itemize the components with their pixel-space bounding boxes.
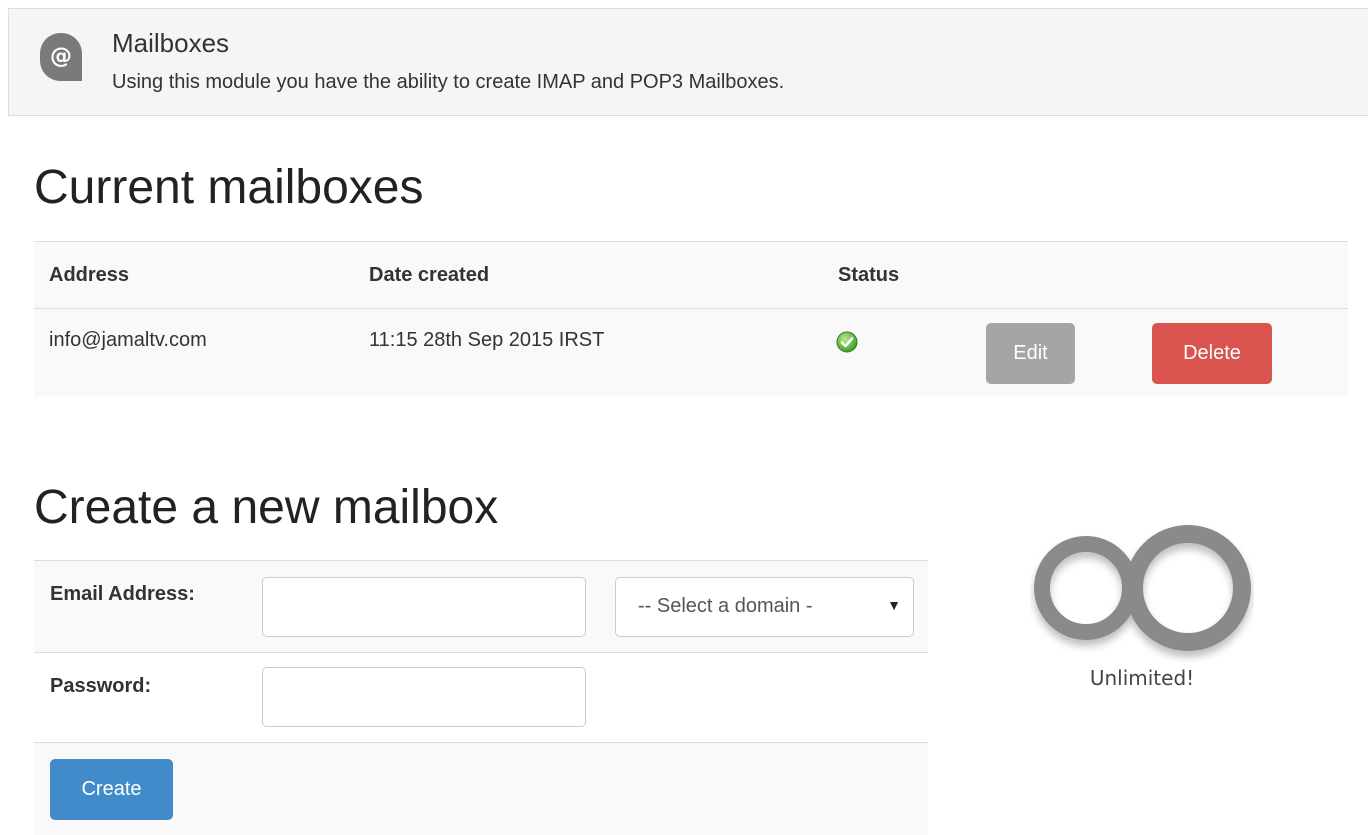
- current-mailboxes-heading: Current mailboxes: [34, 161, 424, 214]
- module-header: @ Mailboxes Using this module you have t…: [8, 8, 1368, 116]
- password-input[interactable]: [262, 667, 586, 727]
- module-description: Using this module you have the ability t…: [112, 71, 785, 93]
- password-row: Password:: [34, 653, 928, 743]
- create-button[interactable]: Create: [50, 759, 173, 820]
- delete-button[interactable]: Delete: [1152, 323, 1272, 384]
- column-header-status: Status: [838, 264, 900, 286]
- create-mailbox-heading: Create a new mailbox: [34, 481, 499, 534]
- table-header: Address Date created Status: [34, 241, 1348, 309]
- edit-button[interactable]: Edit: [986, 323, 1075, 384]
- email-address-row: Email Address: -- Select a domain - ▼: [34, 560, 928, 653]
- mailbox-address: info@jamaltv.com: [49, 329, 207, 351]
- at-sign-icon: @: [38, 31, 84, 83]
- caret-down-icon: ▼: [887, 597, 901, 613]
- unlimited-badge: Unlimited!: [1030, 522, 1254, 702]
- mailbox-date-created: 11:15 28th Sep 2015 IRST: [369, 329, 605, 351]
- table-row: info@jamaltv.com 11:15 28th Sep 2015 IRS…: [34, 309, 1348, 397]
- mailboxes-page: @ Mailboxes Using this module you have t…: [0, 0, 1368, 835]
- svg-text:@: @: [50, 44, 72, 69]
- unlimited-label: Unlimited!: [1089, 666, 1195, 690]
- create-mailbox-form: Email Address: -- Select a domain - ▼ Pa…: [34, 560, 928, 835]
- mailboxes-table: Address Date created Status info@jamaltv…: [34, 241, 1348, 397]
- check-circle-icon: [836, 331, 858, 353]
- domain-select[interactable]: -- Select a domain - ▼: [615, 577, 914, 637]
- column-header-date-created: Date created: [369, 264, 490, 286]
- create-button-row: Create: [34, 743, 928, 835]
- email-address-label: Email Address:: [50, 583, 195, 605]
- column-header-address: Address: [49, 264, 130, 286]
- password-label: Password:: [50, 675, 152, 697]
- module-title: Mailboxes: [112, 28, 230, 58]
- domain-select-value: -- Select a domain -: [638, 595, 813, 617]
- infinity-icon: [1030, 522, 1254, 662]
- email-address-input[interactable]: [262, 577, 586, 637]
